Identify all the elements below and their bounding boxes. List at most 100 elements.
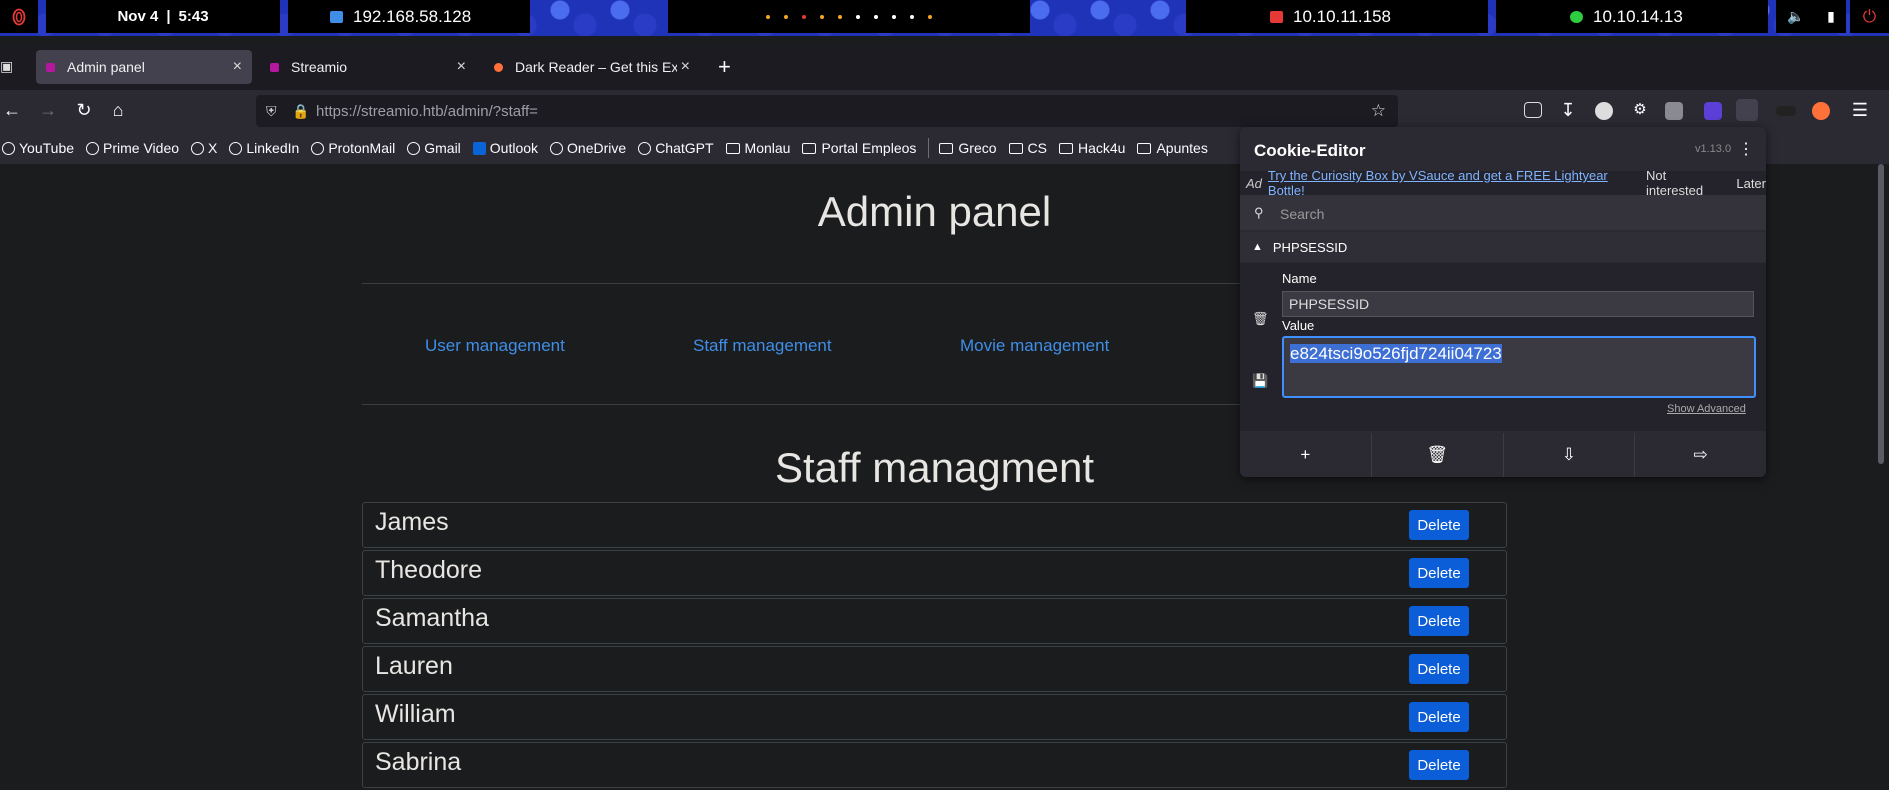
shield-icon[interactable]: ⛨ [266,103,277,120]
nav-user-management[interactable]: User management [425,336,565,356]
staff-name: James [375,508,449,536]
add-cookie-button[interactable]: + [1240,433,1372,477]
host-ip-text: 192.168.58.128 [353,6,472,26]
workspace-dot[interactable] [802,14,806,19]
ext-purple-icon[interactable] [1704,102,1722,120]
tab-overview-icon[interactable]: ▣ [0,58,18,76]
trash-icon[interactable]: 🗑 [1252,311,1269,326]
pocket-icon[interactable] [1524,102,1542,118]
delete-staff-button[interactable]: Delete [1409,750,1469,780]
tab-streamio[interactable]: Streamio × [260,50,476,84]
os-logo[interactable] [0,0,38,33]
staff-row: Theodore Delete [362,550,1507,596]
workspace-indicator[interactable] [668,0,1030,33]
cookie-editor-icon[interactable] [1736,99,1758,121]
import-icon: ⇩ [1561,445,1576,464]
staff-row: William Delete [362,694,1507,740]
account-icon[interactable] [1595,102,1613,120]
staff-row: James Delete [362,502,1507,548]
extensions-icon[interactable]: ⚙ [1628,98,1652,122]
volume-icon[interactable]: 🔈 [1787,8,1804,25]
popup-footer: + 🗑 ⇩ ⇨ [1240,433,1766,477]
bookmark-cs[interactable]: CS [1008,140,1047,156]
favicon-icon [270,62,279,72]
forward-icon[interactable]: → [36,98,60,122]
home-icon[interactable]: ⌂ [106,98,130,122]
downloads-icon[interactable]: ↧ [1556,98,1580,122]
chevron-up-icon[interactable]: ▲ [1252,241,1263,253]
bookmark-hack4u[interactable]: Hack4u [1058,140,1125,156]
bookmark-chatgpt[interactable]: ChatGPT [638,140,714,156]
ext-badge-icon[interactable] [1665,102,1683,120]
delete-staff-button[interactable]: Delete [1409,558,1469,588]
workspace-dot[interactable] [874,14,878,19]
bookmark-x[interactable]: X [191,140,217,156]
bookmark-prime-video[interactable]: Prime Video [86,140,179,156]
bookmark-onedrive[interactable]: OneDrive [550,140,626,156]
nav-staff-management[interactable]: Staff management [693,336,832,356]
cookie-name-field[interactable] [1282,291,1754,317]
bookmark-label: Apuntes [1156,140,1208,156]
show-advanced-link[interactable]: Show Advanced [1667,403,1746,415]
hamburger-menu-icon[interactable]: ☰ [1848,98,1872,122]
delete-staff-button[interactable]: Delete [1409,702,1469,732]
bookmark-youtube[interactable]: YouTube [2,140,74,156]
workspace-dot[interactable] [892,14,896,19]
export-icon: ⇨ [1693,445,1708,464]
export-button[interactable]: ⇨ [1635,433,1766,477]
bookmark-greco[interactable]: Greco [939,140,997,156]
url-text[interactable]: https://streamio.htb/admin/?staff= [316,103,538,120]
time-text: 5:43 [178,8,209,25]
bookmark-protonmail[interactable]: ProtonMail [311,140,395,156]
hat-icon[interactable] [1776,106,1796,116]
bookmark-apuntes[interactable]: Apuntes [1137,140,1208,156]
reload-icon[interactable]: ↻ [72,98,96,122]
delete-all-button[interactable]: 🗑 [1372,433,1504,477]
workspace-dot[interactable] [856,14,860,19]
nav-movie-management[interactable]: Movie management [960,336,1109,356]
bookmark-gmail[interactable]: Gmail [407,140,461,156]
ad-link[interactable]: Try the Curiosity Box by VSauce and get … [1268,168,1636,198]
bookmark-portal-empleos[interactable]: Portal Empleos [802,140,916,156]
bookmark-monlau[interactable]: Monlau [725,140,790,156]
delete-staff-button[interactable]: Delete [1409,654,1469,684]
power-icon[interactable]: ⏻ [1850,0,1889,33]
workspace-dot[interactable] [928,14,932,19]
workspace-dot[interactable] [910,14,914,19]
tab-admin-panel[interactable]: Admin panel × [36,50,252,84]
value-label: Value [1282,318,1315,333]
kebab-menu-icon[interactable]: ⋮ [1738,139,1754,159]
page-scrollbar[interactable] [1878,164,1884,464]
workspace-dot[interactable] [766,14,770,19]
not-interested-button[interactable]: Not interested [1646,168,1724,198]
back-icon[interactable]: ← [0,98,24,122]
bookmark-linkedin[interactable]: LinkedIn [229,140,299,156]
workspace-dot[interactable] [784,14,788,19]
delete-staff-button[interactable]: Delete [1409,510,1469,540]
ext-fox-icon[interactable] [1812,102,1830,120]
search-input[interactable] [1278,203,1752,225]
close-icon[interactable]: × [233,58,242,76]
fingerprint-icon [12,8,26,25]
close-icon[interactable]: × [457,58,466,76]
tab-label: Admin panel [67,59,145,75]
import-button[interactable]: ⇩ [1504,433,1636,477]
lock-icon[interactable]: 🔒 [292,103,309,120]
bookmark-label: Greco [958,140,997,156]
close-icon[interactable]: × [681,58,690,76]
workspace-dot[interactable] [820,14,824,19]
url-bar[interactable]: ⛨ 🔒 https://streamio.htb/admin/?staff= ☆ [256,95,1398,127]
bookmark-outlook[interactable]: Outlook [472,140,538,156]
later-button[interactable]: Later [1736,176,1766,191]
bookmark-star-icon[interactable]: ☆ [1371,101,1386,121]
new-tab-icon[interactable]: + [718,54,731,80]
battery-icon[interactable]: ▮ [1827,8,1835,25]
cookie-header[interactable]: ▲ PHPSESSID [1240,232,1766,262]
bookmark-label: Portal Empleos [821,140,917,156]
delete-staff-button[interactable]: Delete [1409,606,1469,636]
workspace-dot[interactable] [838,14,842,19]
cookie-value-field[interactable]: e824tsci9o526fjd724ii04723 [1282,336,1756,398]
bookmark-label: YouTube [19,140,75,156]
tab-dark-reader[interactable]: Dark Reader – Get this Exte × [484,50,700,84]
save-icon[interactable]: 💾 [1252,373,1268,388]
